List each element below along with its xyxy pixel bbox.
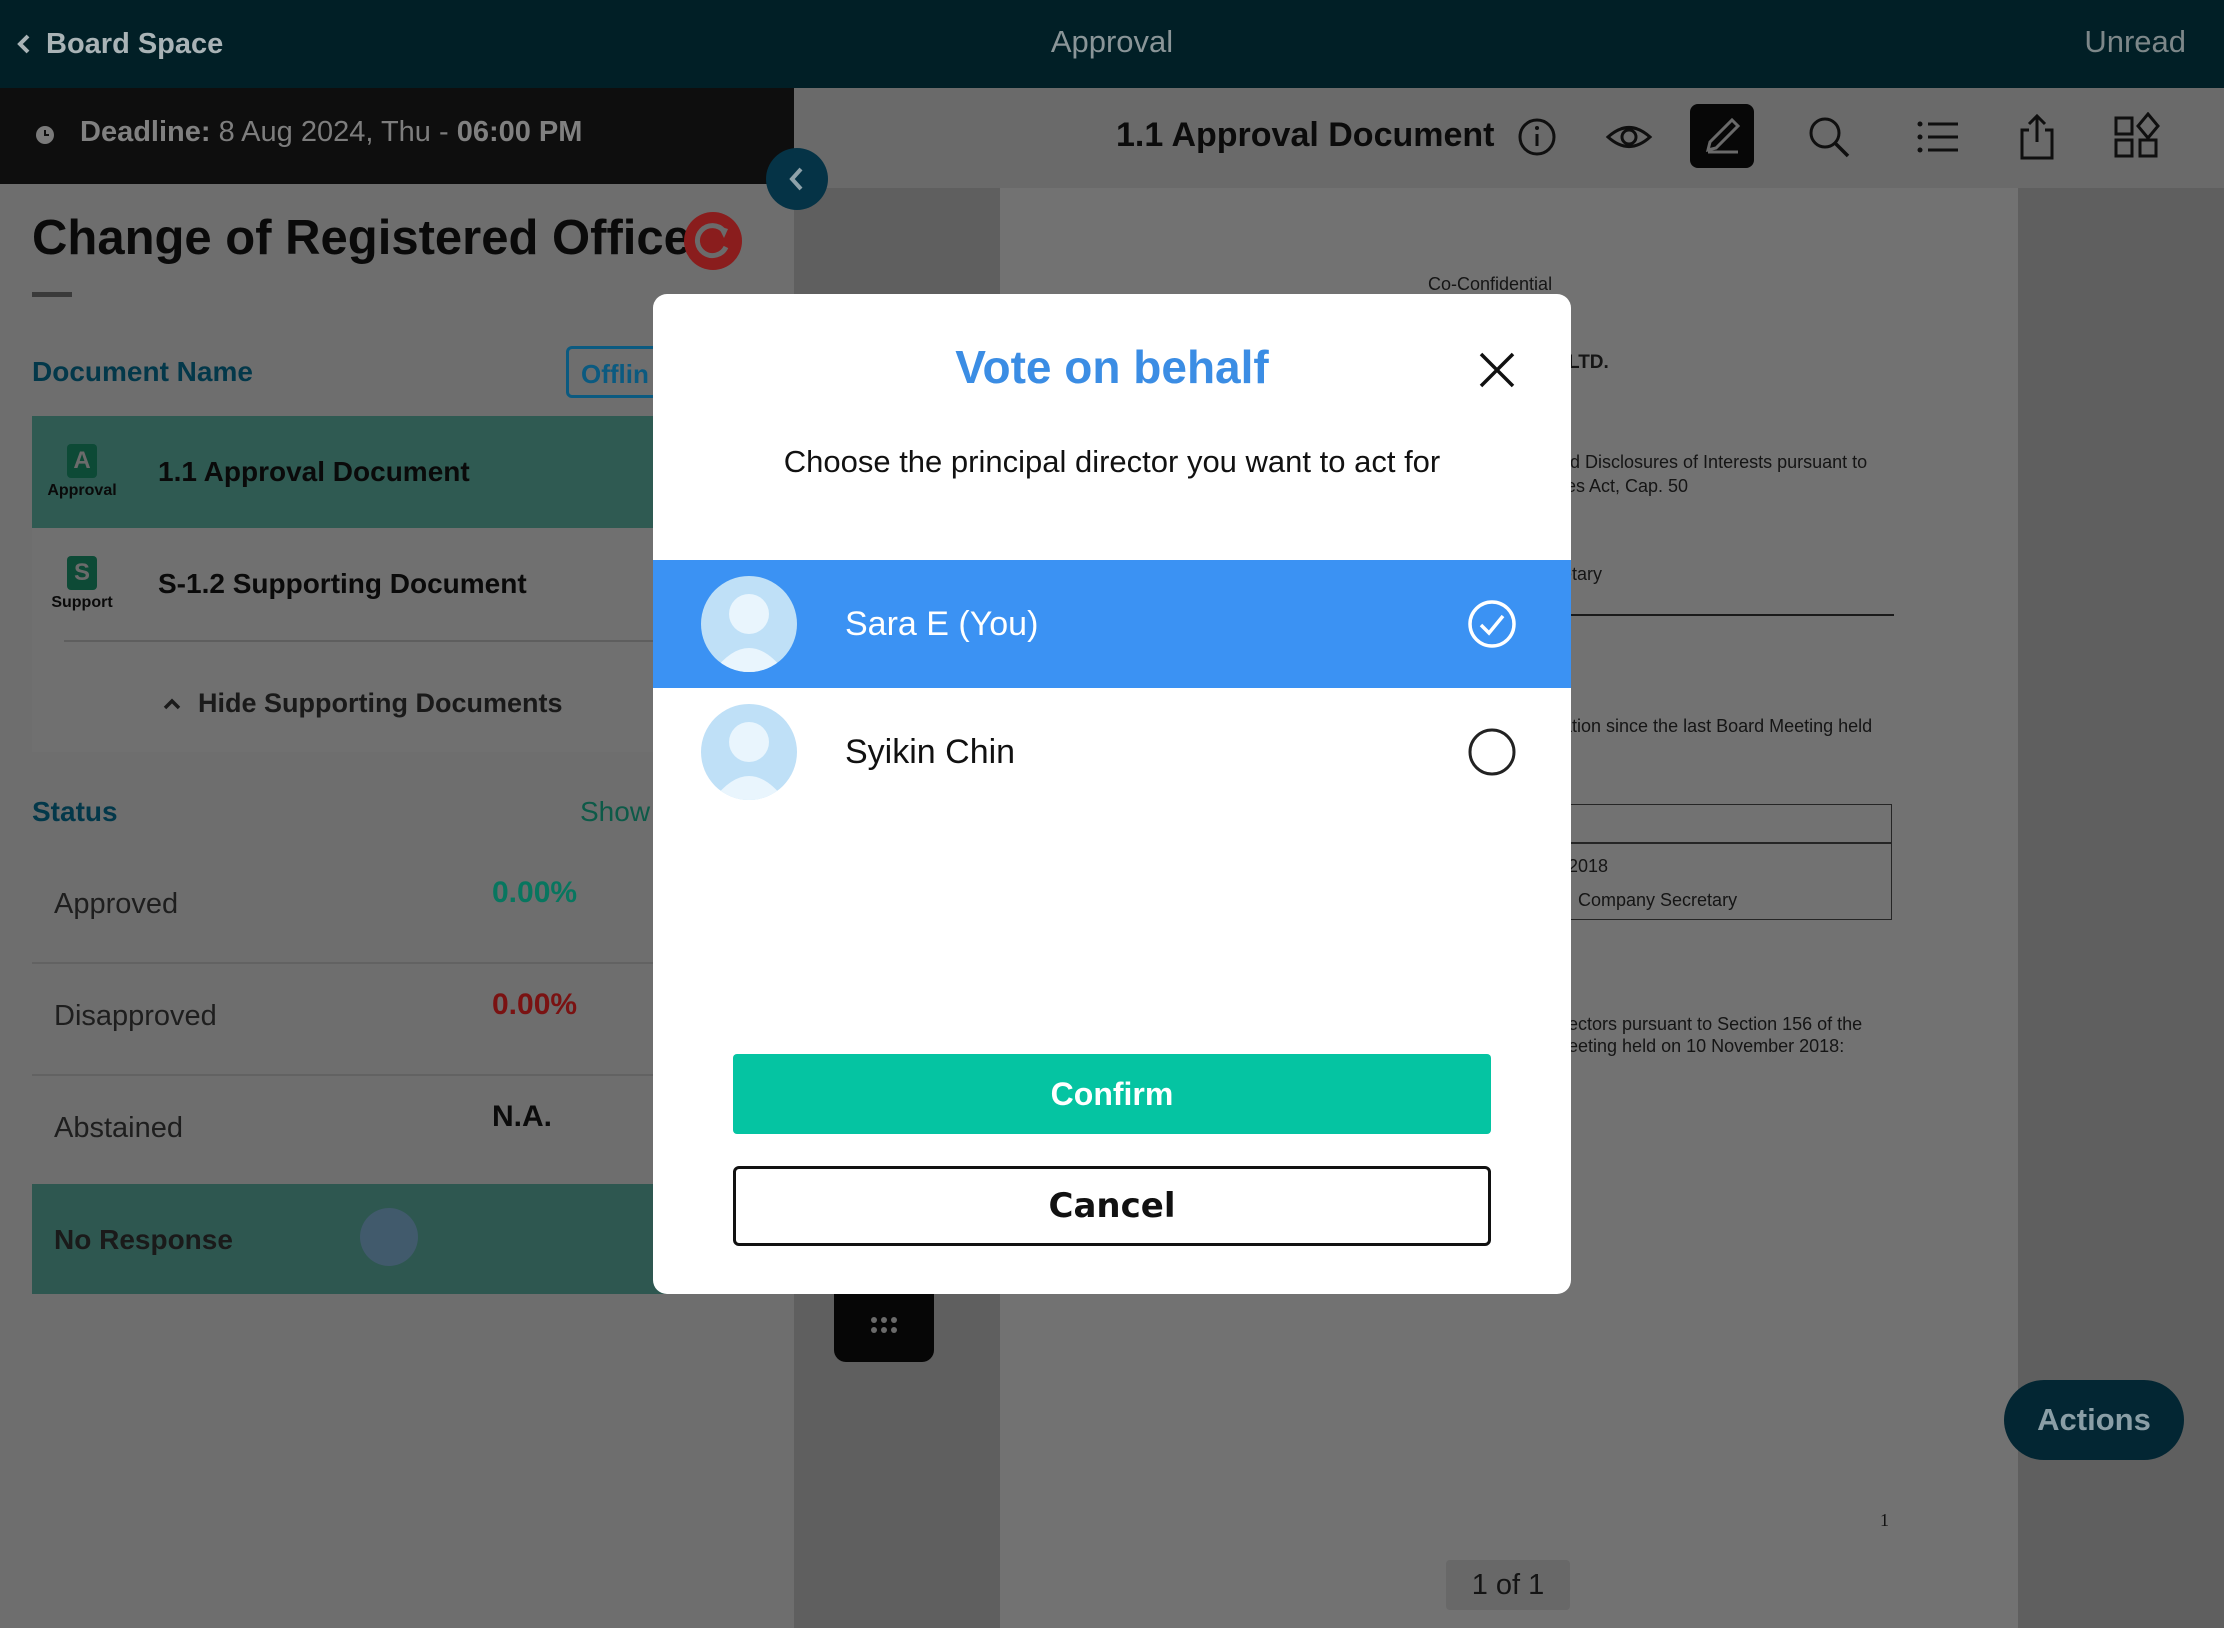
support-doc-icon: S Support bbox=[32, 556, 132, 612]
dialog-subtitle: Choose the principal director you want t… bbox=[783, 444, 1441, 479]
status-label: Abstained bbox=[54, 1112, 183, 1144]
director-name: Syikin Chin bbox=[845, 732, 1016, 771]
pen-icon[interactable] bbox=[1690, 104, 1754, 168]
support-letter-icon: S bbox=[67, 556, 97, 590]
vote-on-behalf-dialog: Vote on behalf Choose the principal dire… bbox=[653, 294, 1571, 1294]
page-header-title: Approval bbox=[1050, 24, 1174, 59]
search-icon[interactable] bbox=[1804, 112, 1854, 162]
share-icon[interactable] bbox=[2012, 112, 2062, 162]
hide-supporting-documents-button[interactable]: Hide Supporting Documents bbox=[162, 688, 563, 719]
status-value: 0.00% bbox=[492, 988, 578, 1021]
paper-text: rectors pursuant to Section 156 of the bbox=[1562, 1014, 1863, 1034]
status-row-disapproved: Disapproved 0.00% bbox=[32, 964, 672, 1076]
paper-text: nd Disclosures of Interests pursuant to bbox=[1560, 452, 1868, 472]
show-button[interactable]: Show bbox=[580, 796, 650, 828]
approval-doc-icon: A Approval bbox=[32, 444, 132, 500]
status-label: Approved bbox=[54, 888, 179, 920]
paper-text: Co-Confidential bbox=[1428, 274, 1553, 294]
avatar bbox=[701, 704, 797, 800]
deadline-label: Deadline: bbox=[80, 116, 211, 148]
meeting-item-title: Change of Registered Office bbox=[32, 211, 691, 265]
page-indicator: 1 of 1 bbox=[1446, 1560, 1570, 1610]
info-icon[interactable] bbox=[1512, 112, 1562, 162]
status-heading: Status bbox=[32, 796, 118, 827]
deadline-time: 06:00 PM bbox=[456, 116, 583, 148]
status-value: N.A. bbox=[492, 1100, 552, 1133]
viewer-toolbar bbox=[794, 88, 2224, 188]
clock-icon bbox=[36, 126, 54, 144]
document-name-heading: Document Name bbox=[32, 356, 253, 387]
paper-text: Company Secretary bbox=[1578, 890, 1738, 910]
status-value: 0.00% bbox=[492, 876, 578, 909]
status-row-approved: Approved 0.00% bbox=[32, 852, 672, 964]
eye-icon[interactable] bbox=[1604, 112, 1654, 162]
status-label: Disapproved bbox=[54, 1000, 217, 1032]
paper-text: ation since the last Board Meeting held bbox=[1562, 716, 1873, 736]
dots-icon bbox=[871, 1317, 897, 1333]
paper-table-rule bbox=[1560, 842, 1892, 844]
document-name: S-1.2 Supporting Document bbox=[158, 568, 527, 599]
no-response-label: No Response bbox=[54, 1224, 233, 1255]
approval-caption: Approval bbox=[47, 482, 117, 499]
director-name: Sara E (You) bbox=[845, 604, 1039, 643]
title-underline bbox=[32, 292, 72, 297]
refresh-icon[interactable] bbox=[684, 212, 742, 270]
chevron-up-icon bbox=[163, 698, 181, 709]
paper-text: 2018 bbox=[1568, 856, 1609, 876]
support-caption: Support bbox=[51, 594, 113, 611]
unread-button[interactable]: Unread bbox=[2084, 24, 2186, 60]
confirm-button[interactable]: Confirm bbox=[733, 1054, 1491, 1134]
viewer-document-title: 1.1 Approval Document bbox=[1116, 116, 1495, 154]
paper-rule bbox=[1560, 614, 1894, 616]
paper-text: LTD. bbox=[1568, 352, 1609, 373]
annotation-menu-button[interactable] bbox=[834, 1290, 934, 1362]
paper-text: ies Act, Cap. 50 bbox=[1562, 476, 1689, 496]
status-row-abstained: Abstained N.A. bbox=[32, 1076, 672, 1188]
radio-empty-icon bbox=[1468, 728, 1516, 776]
check-circle-icon bbox=[1468, 600, 1516, 648]
divider bbox=[64, 640, 672, 642]
collapse-panel-button[interactable] bbox=[766, 148, 828, 210]
actions-button[interactable]: Actions bbox=[2004, 1380, 2184, 1460]
grid-icon[interactable] bbox=[2112, 112, 2162, 162]
cancel-button[interactable]: Cancel bbox=[733, 1166, 1491, 1246]
avatar bbox=[701, 576, 797, 672]
close-icon[interactable] bbox=[1475, 348, 1519, 392]
deadline-text: Deadline: 8 Aug 2024, Thu - 06:00 PM bbox=[80, 116, 582, 149]
page-number: 1 bbox=[1880, 1510, 1889, 1530]
hide-supporting-label: Hide Supporting Documents bbox=[198, 688, 563, 718]
director-option-sara[interactable]: Sara E (You) bbox=[653, 560, 1571, 688]
document-row-approval[interactable]: A Approval 1.1 Approval Document bbox=[32, 416, 672, 528]
dialog-title: Vote on behalf bbox=[955, 341, 1269, 393]
deadline-date: 8 Aug 2024, Thu - bbox=[218, 116, 457, 148]
document-row-supporting[interactable]: S Support S-1.2 Supporting Document bbox=[32, 528, 672, 640]
document-name: 1.1 Approval Document bbox=[158, 456, 470, 487]
avatar bbox=[360, 1208, 418, 1266]
director-option-syikin[interactable]: Syikin Chin bbox=[653, 688, 1571, 816]
chevron-left-icon bbox=[789, 167, 803, 191]
paper-text: leeting held on 10 November 2018: bbox=[1564, 1036, 1845, 1056]
approval-letter-icon: A bbox=[67, 444, 97, 478]
list-icon[interactable] bbox=[1912, 112, 1962, 162]
